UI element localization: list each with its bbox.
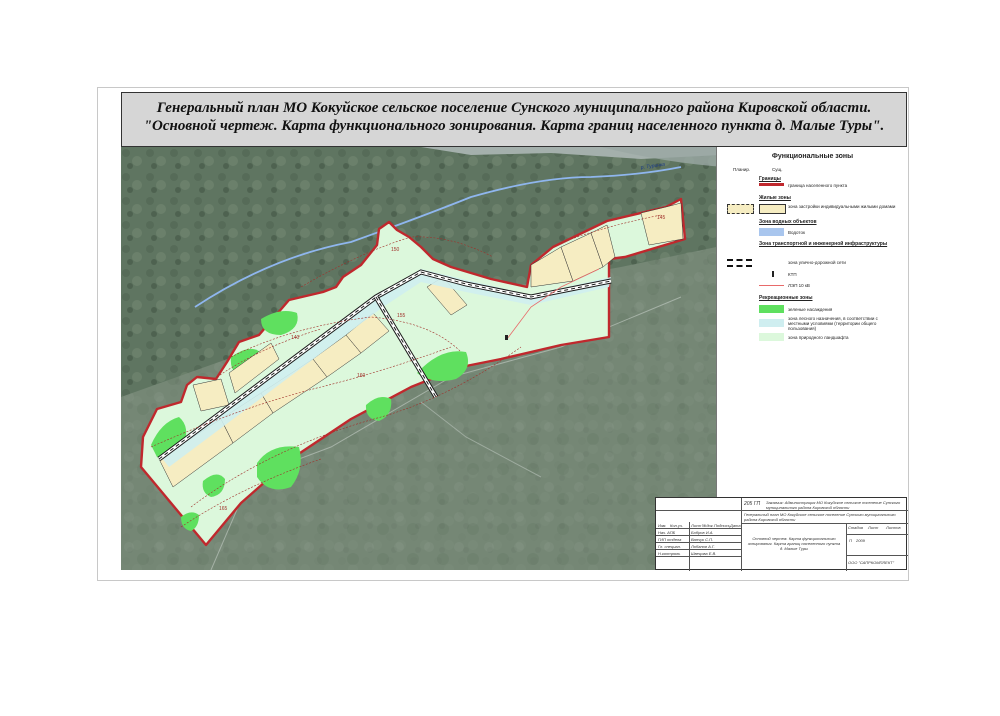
stamp-sheet-label: Лист	[868, 525, 879, 530]
legend-street-plan-swatch	[727, 259, 752, 267]
contour-label-2: 160	[357, 373, 366, 379]
staff-name-1: Бобров И.А.	[691, 530, 714, 535]
stamp-project: Генеральный план МО Кокуйское сельское п…	[744, 512, 896, 522]
contour-label-3: 155	[397, 313, 406, 319]
stamp-stage-label: Стадия	[848, 525, 863, 530]
title-block: 205 ГП Заказчик: Администрация МО Кокуйс…	[655, 497, 908, 571]
legend-water-swatch	[759, 228, 784, 236]
legend-col-plan: Планир.	[733, 167, 751, 172]
stamp-header-5: Подпись	[714, 523, 730, 528]
legend-water-label: Водоток	[788, 230, 805, 235]
stamp-sheets-label: Листов	[886, 525, 901, 530]
staff-name-2: Ванчук С.П.	[691, 537, 714, 542]
staff-name-3: Лобанов А.Г.	[691, 544, 715, 549]
stamp-header-3: Лист	[691, 523, 702, 528]
stamp-sheet-title: Основной чертеж. Карта функционального з…	[747, 536, 841, 551]
stamp-code: 205 ГП	[744, 501, 761, 507]
stamp-stage-value: П	[849, 538, 852, 543]
staff-role-2: ГИП отдела	[658, 537, 682, 542]
staff-role-1: Нач. АПБ	[658, 530, 676, 535]
legend-street-label: зона улично-дорожной сети	[788, 260, 846, 265]
contour-label-4: 150	[391, 247, 400, 253]
legend-green-label: зеленые насаждения	[788, 307, 833, 312]
legend-title: Функциональные зоны	[771, 153, 854, 160]
legend-power-line-label: ЛЭП 10 кВ	[788, 283, 810, 288]
contour-label-1: 165	[219, 506, 228, 512]
stamp-header-2: Кол.уч.	[670, 523, 684, 528]
legend-landscape-swatch	[759, 333, 784, 341]
legend-ktp-label: КТП	[788, 272, 797, 277]
title-line-1: Генеральный план МО Кокуйское сельское п…	[156, 100, 872, 116]
title-line-2: "Основной чертеж. Карта функционального …	[143, 118, 885, 134]
contour-label-6: 140	[291, 335, 300, 341]
staff-name-4: Швецова Е.В.	[691, 551, 717, 556]
stamp-header-1: Изм.	[658, 523, 667, 528]
legend-boundary-swatch	[759, 183, 784, 186]
title-band: Генеральный план МО Кокуйское сельское п…	[121, 92, 907, 147]
stamp-header-4: №док.	[702, 523, 714, 528]
legend-section-transport: Зона транспортной и инженерной инфрастру…	[759, 241, 888, 247]
stamp-organization: ООО "САПРКОМПЛЕКТ"	[848, 560, 895, 565]
legend-power-line-swatch	[759, 285, 784, 286]
stamp-customer: Заказчик: Администрация МО Кокуйское сел…	[766, 500, 901, 510]
staff-role-4: Н.контроль	[658, 551, 681, 556]
legend-forest-swatch	[759, 319, 784, 327]
legend-section-recreation: Рекреационные зоны	[759, 295, 813, 301]
legend-green-swatch	[759, 305, 784, 313]
legend-forest-label: зона лесного назначения, в соответствии …	[788, 316, 878, 331]
legend-section-borders: Границы	[759, 176, 781, 182]
legend-residential-swatch	[759, 204, 786, 214]
legend-landscape-label: зона природного ландшафта	[788, 335, 849, 340]
stamp-year: 2009	[856, 538, 865, 543]
legend-residential-plan-swatch	[727, 204, 754, 214]
legend-residential-label: зона застройки индивидуальными жилыми до…	[788, 204, 896, 209]
legend-col-exist: Сущ.	[772, 167, 783, 172]
legend-panel: Функциональные зоны Планир. Сущ. Границы…	[716, 147, 908, 502]
legend-ktp-swatch	[772, 271, 774, 277]
legend-section-water: Зона водных объектов	[759, 219, 817, 225]
legend-section-residential: Жилые зоны	[759, 195, 791, 201]
ktp-symbol[interactable]	[505, 335, 508, 340]
contour-label-5: 145	[657, 215, 666, 221]
legend-boundary-label: граница населенного пункта	[788, 183, 848, 188]
stamp-header-6: Дата	[730, 523, 741, 528]
staff-role-3: Гл. специал.	[658, 544, 681, 549]
